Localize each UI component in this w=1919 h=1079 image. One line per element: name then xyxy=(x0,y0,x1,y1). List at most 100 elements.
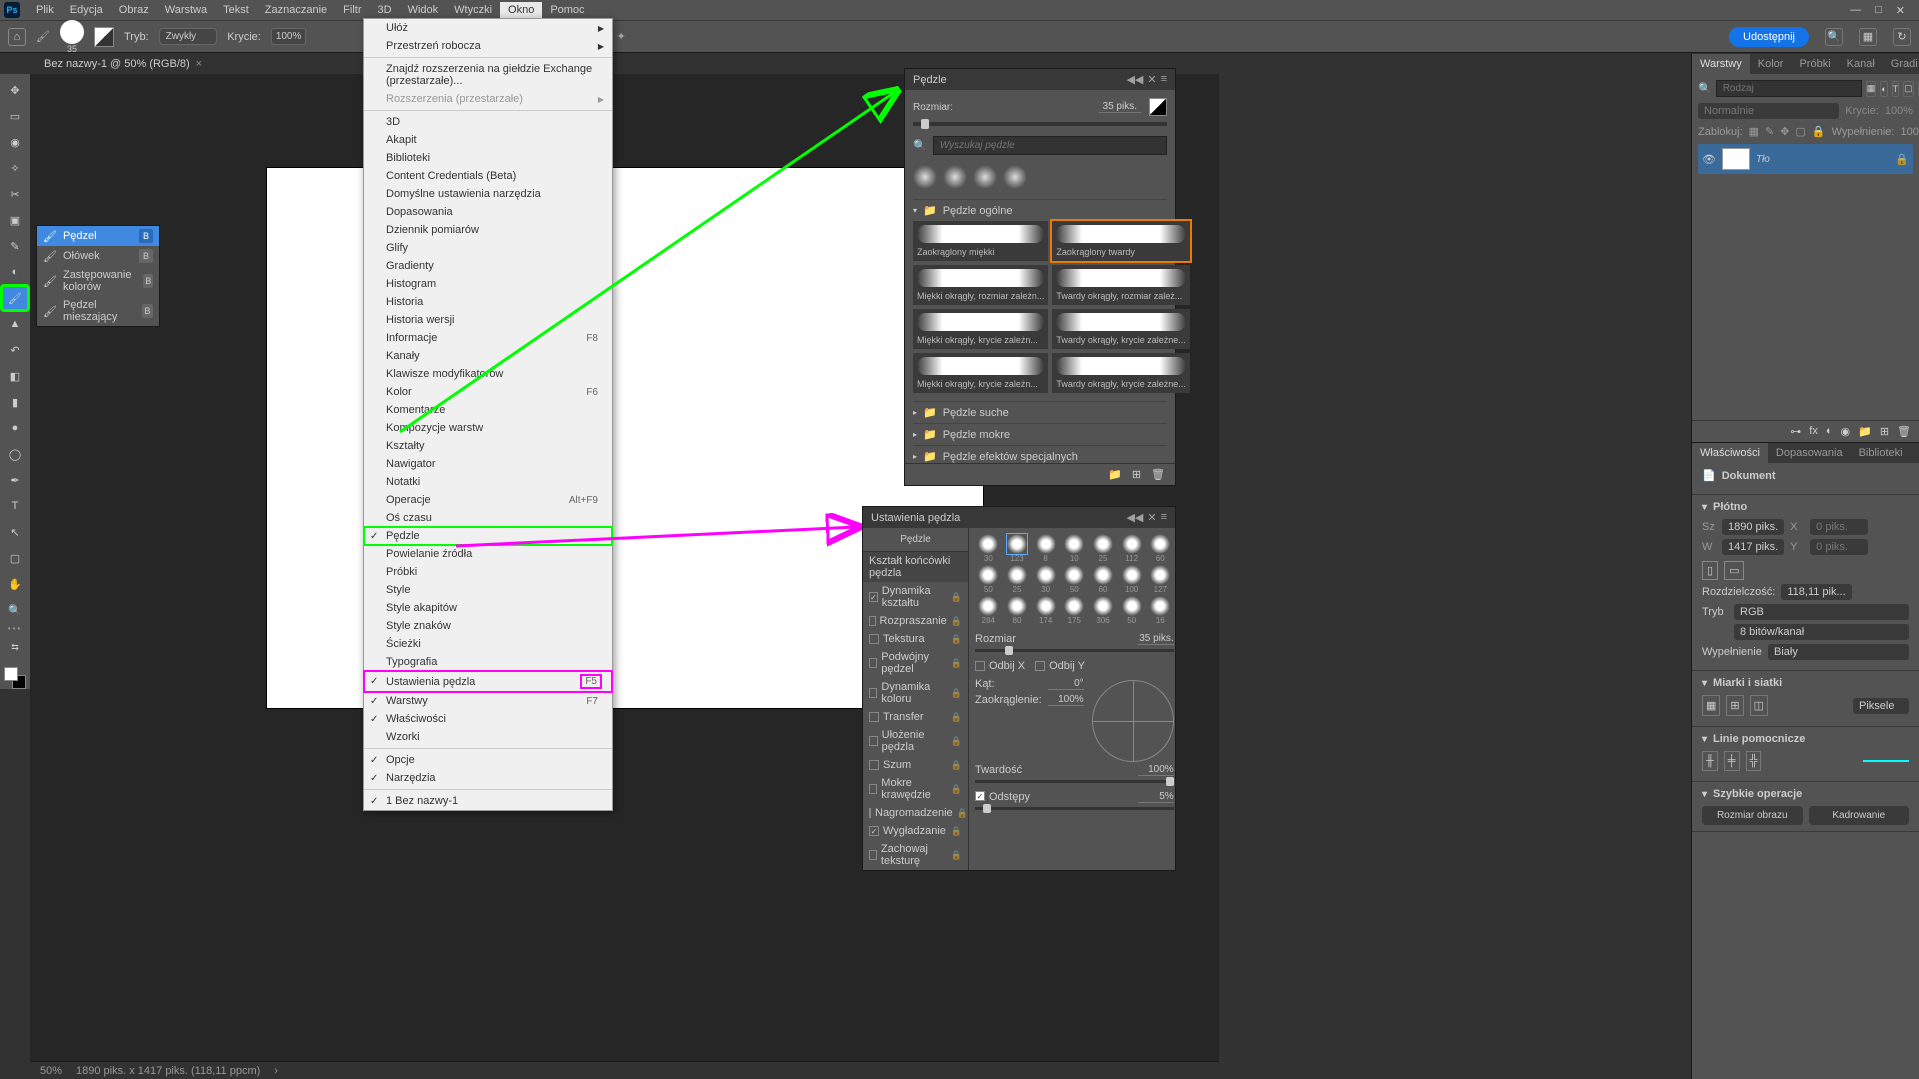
pen-tool[interactable]: ✒ xyxy=(2,468,28,492)
brush-tip[interactable]: 50 xyxy=(1061,565,1088,594)
tool-option[interactable]: 🖌Zastępowanie kolorówB xyxy=(37,266,159,296)
brush-tip[interactable]: 127 xyxy=(1147,565,1174,594)
guide-icon-2[interactable]: ╪ xyxy=(1724,751,1740,771)
opacity-input[interactable]: 100% xyxy=(271,28,307,45)
menu-item[interactable]: Histogram xyxy=(364,275,612,293)
dodge-tool[interactable]: ◯ xyxy=(2,442,28,466)
filter-shape-icon[interactable]: ▢ xyxy=(1903,81,1914,97)
angle-field[interactable]: 0° xyxy=(1048,678,1084,690)
units-select[interactable]: Piksele xyxy=(1853,698,1909,714)
ruler-icon-3[interactable]: ◫ xyxy=(1750,695,1768,716)
blend-mode-select[interactable]: Zwykły xyxy=(159,28,218,45)
recent-brush[interactable] xyxy=(943,165,967,189)
zoom-level[interactable]: 50% xyxy=(40,1065,62,1077)
brush-option[interactable]: Nagromadzenie🔒 xyxy=(863,804,968,822)
menu-item[interactable]: Przestrzeń robocza xyxy=(364,37,612,55)
brush-tool-icon[interactable]: 🖌 xyxy=(36,30,50,43)
menu-item[interactable]: Typografia xyxy=(364,653,612,671)
zoom-tool[interactable]: 🔍 xyxy=(2,598,28,622)
brush-preset[interactable]: Miękki okrągły, krycie zależn... xyxy=(913,353,1048,393)
window-controls[interactable]: — □ ✕ xyxy=(1850,4,1915,17)
filter-icon[interactable]: 🔍 xyxy=(1698,82,1712,95)
lasso-tool[interactable]: ◉ xyxy=(2,130,28,154)
brush-option[interactable]: Podwójny pędzel🔒 xyxy=(863,648,968,678)
menu-item[interactable]: Notatki xyxy=(364,473,612,491)
menu-item[interactable]: ✓Ustawienia pędzlaF5 xyxy=(364,671,612,692)
new-folder-icon[interactable]: 📁 xyxy=(1108,468,1122,481)
delete-icon[interactable]: 🗑 xyxy=(1151,468,1165,481)
brush-tip[interactable]: 123 xyxy=(1004,534,1031,563)
menu-item[interactable]: ✓Pędzle xyxy=(364,527,612,545)
menu-item[interactable]: Ułóż xyxy=(364,19,612,37)
shape-option[interactable]: Kształt końcówki pędzla xyxy=(863,552,968,582)
roundness-field[interactable]: 100% xyxy=(1048,694,1084,706)
minimize-icon[interactable]: — xyxy=(1850,4,1861,17)
menu-warstwa[interactable]: Warstwa xyxy=(157,2,215,18)
new-layer-icon[interactable]: ⊞ xyxy=(1880,425,1889,438)
mask-icon[interactable]: ◐ xyxy=(1826,425,1833,438)
brush-tip[interactable]: 10 xyxy=(1061,534,1088,563)
layer-name[interactable]: Tło xyxy=(1756,154,1770,165)
height-field[interactable]: 1417 piks. xyxy=(1722,539,1784,555)
brush-preset[interactable]: Miękki okrągły, rozmiar zależn... xyxy=(913,265,1048,305)
brush-preset[interactable]: Zaokrąglony twardy xyxy=(1052,221,1189,261)
brush-option[interactable]: Ułożenie pędzla🔒 xyxy=(863,726,968,756)
menu-wtyczki[interactable]: Wtyczki xyxy=(446,2,500,18)
adjustment-icon[interactable]: ◉ xyxy=(1841,425,1851,438)
brush-option[interactable]: Dynamika kształtu🔒 xyxy=(863,582,968,612)
menu-item[interactable]: InformacjeF8 xyxy=(364,329,612,347)
menu-item[interactable]: Kompozycje warstw xyxy=(364,419,612,437)
menu-obraz[interactable]: Obraz xyxy=(111,2,157,18)
edit-toolbar[interactable]: ••• xyxy=(8,624,22,633)
menu-item[interactable]: 3D xyxy=(364,113,612,131)
chevron-right-icon[interactable]: › xyxy=(274,1065,278,1077)
collapse-icon[interactable]: ◀◀ xyxy=(1126,73,1143,86)
crop-tool[interactable]: ✂ xyxy=(2,182,28,206)
brush-preset[interactable]: Twardy okrągły, krycie zależne... xyxy=(1052,353,1189,393)
depth-select[interactable]: 8 bitów/kanał xyxy=(1734,624,1909,640)
wand-tool[interactable]: ✧ xyxy=(2,156,28,180)
brush-option[interactable]: Zachowaj teksturę🔒 xyxy=(863,840,968,870)
color-swap-icon[interactable]: ⇆ xyxy=(2,635,28,659)
brush-tip[interactable]: 100 xyxy=(1118,565,1145,594)
menu-item[interactable]: Rozszerzenia (przestarzałe) xyxy=(364,90,612,108)
menu-item[interactable]: Powielanie źródła xyxy=(364,545,612,563)
layer-thumbnail[interactable] xyxy=(1722,148,1750,170)
panel-tab[interactable]: Warstwy xyxy=(1692,54,1750,74)
menu-item[interactable]: ✓Narzędzia xyxy=(364,769,612,787)
menu-item[interactable]: Content Credentials (Beta) xyxy=(364,167,612,185)
workspace-icon[interactable]: ▦ xyxy=(1859,28,1877,46)
brush-search-input[interactable] xyxy=(933,136,1167,155)
menu-item[interactable]: Gradienty xyxy=(364,257,612,275)
menu-tekst[interactable]: Tekst xyxy=(215,2,257,18)
recent-brush[interactable] xyxy=(1003,165,1027,189)
lock-icon[interactable]: 🔒 xyxy=(1812,125,1826,138)
lock-position-icon[interactable]: ✥ xyxy=(1780,125,1789,138)
menu-item[interactable]: Style akapitów xyxy=(364,599,612,617)
heal-tool[interactable]: ◐ xyxy=(2,260,28,284)
brush-tip[interactable]: 174 xyxy=(1032,596,1059,625)
brush-tip[interactable]: 50 xyxy=(1118,596,1145,625)
symmetry-icon[interactable]: ✦ xyxy=(617,30,626,43)
menu-item[interactable]: ✓WarstwyF7 xyxy=(364,692,612,710)
brush-tip[interactable]: 25 xyxy=(1004,565,1031,594)
blur-tool[interactable]: ● xyxy=(2,416,28,440)
menu-item[interactable]: Domyślne ustawienia narzędzia xyxy=(364,185,612,203)
tool-option[interactable]: 🖌Pędzel mieszającyB xyxy=(37,296,159,326)
portrait-icon[interactable]: ▯ xyxy=(1702,561,1718,580)
filter-adjust-icon[interactable]: ◐ xyxy=(1880,81,1887,97)
brush-preview-icon[interactable] xyxy=(60,20,84,44)
new-brush-icon[interactable]: ⊞ xyxy=(1132,468,1141,481)
menu-item[interactable]: Style xyxy=(364,581,612,599)
close-panel-icon[interactable]: ✕ xyxy=(1147,73,1156,86)
recent-brush[interactable] xyxy=(913,165,937,189)
hand-tool[interactable]: ✋ xyxy=(2,572,28,596)
lock-pixels-icon[interactable]: ✎ xyxy=(1765,125,1774,138)
guide-icon-3[interactable]: ╬ xyxy=(1746,751,1762,771)
menu-item[interactable]: Klawisze modyfikatorów xyxy=(364,365,612,383)
menu-item[interactable]: Kanały xyxy=(364,347,612,365)
menu-item[interactable]: Biblioteki xyxy=(364,149,612,167)
brush-tool[interactable]: 🖌 xyxy=(2,286,28,310)
move-tool[interactable]: ✥ xyxy=(2,78,28,102)
y-field[interactable]: 0 piks. xyxy=(1810,539,1868,555)
